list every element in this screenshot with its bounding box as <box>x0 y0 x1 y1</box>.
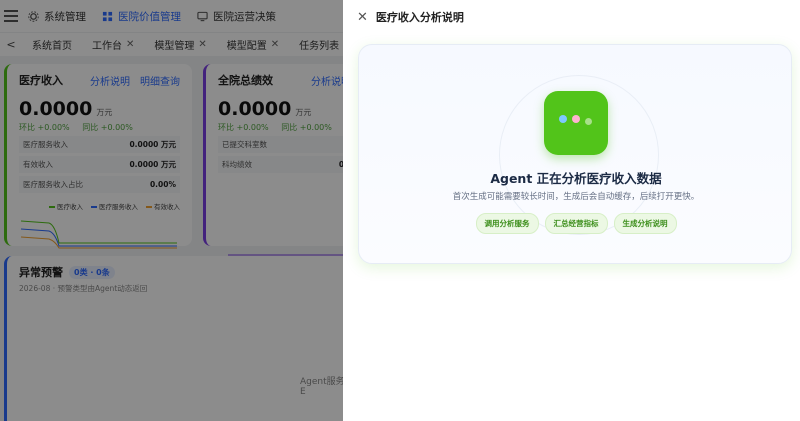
panel-subtitle: 首次生成可能需要较长时间，生成后会自动缓存，后续打开更快。 <box>452 192 700 202</box>
loading-panel: Agent 正在分析医疗收入数据 首次生成可能需要较长时间，生成后会自动缓存，后… <box>358 44 792 264</box>
dot-icon <box>585 118 592 125</box>
panel-title: Agent 正在分析医疗收入数据 <box>490 171 662 186</box>
step-chips: 调用分析服务 汇总经营指标 生成分析说明 <box>359 213 791 234</box>
step-chip: 汇总经营指标 <box>544 213 608 234</box>
step-chip: 调用分析服务 <box>475 213 539 234</box>
close-icon[interactable]: ✕ <box>357 10 368 25</box>
dot-icon <box>559 115 567 123</box>
agent-app-icon <box>544 91 608 155</box>
step-chip: 生成分析说明 <box>613 213 677 234</box>
analysis-drawer: ✕ 医疗收入分析说明 Agent 正在分析医疗收入数据 首次生成可能需要较长时间… <box>343 0 800 421</box>
overlay-mask[interactable] <box>0 0 343 421</box>
dot-icon <box>572 115 580 123</box>
drawer-title: 医疗收入分析说明 <box>375 11 464 24</box>
